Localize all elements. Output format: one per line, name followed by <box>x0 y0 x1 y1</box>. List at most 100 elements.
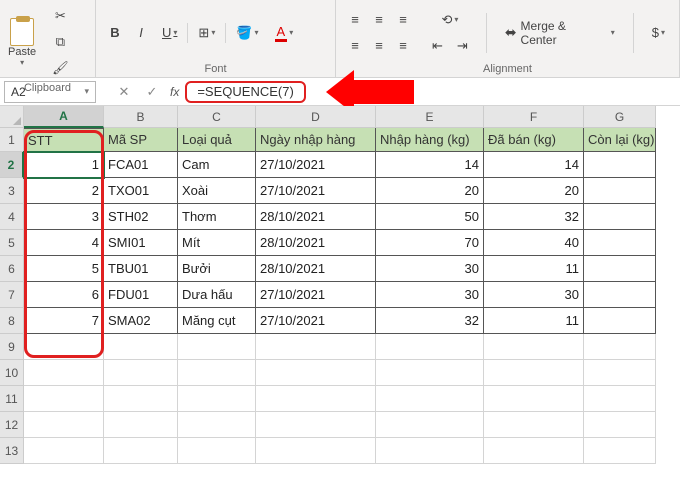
cell-F12[interactable] <box>484 412 584 438</box>
cell-B3[interactable]: TXO01 <box>104 178 178 204</box>
cell-B9[interactable] <box>104 334 178 360</box>
header-cell-D[interactable]: Ngày nhập hàng <box>256 128 376 152</box>
column-header-A[interactable]: A <box>24 106 104 128</box>
align-right-button[interactable]: ≡ <box>392 34 414 58</box>
cell-B5[interactable]: SMI01 <box>104 230 178 256</box>
cell-F5[interactable]: 40 <box>484 230 584 256</box>
cell-D8[interactable]: 27/10/2021 <box>256 308 376 334</box>
cell-A6[interactable]: 5 <box>24 256 104 282</box>
decrease-indent-button[interactable]: ⇤ <box>426 34 449 58</box>
cell-C10[interactable] <box>178 360 256 386</box>
cut-button[interactable]: ✂ <box>46 4 75 28</box>
row-header-3[interactable]: 3 <box>0 178 24 204</box>
cell-F7[interactable]: 30 <box>484 282 584 308</box>
row-header-5[interactable]: 5 <box>0 230 24 256</box>
align-top-button[interactable]: ≡ <box>344 8 366 32</box>
cell-G6[interactable] <box>584 256 656 282</box>
cell-B11[interactable] <box>104 386 178 412</box>
cancel-formula-button[interactable]: ✕ <box>114 84 134 100</box>
italic-button[interactable]: I <box>130 21 152 45</box>
row-header-1[interactable]: 1 <box>0 128 24 152</box>
header-cell-C[interactable]: Loại quả <box>178 128 256 152</box>
cell-C7[interactable]: Dưa hấu <box>178 282 256 308</box>
cell-G10[interactable] <box>584 360 656 386</box>
cell-G5[interactable] <box>584 230 656 256</box>
cell-A3[interactable]: 2 <box>24 178 104 204</box>
cell-E13[interactable] <box>376 438 484 464</box>
cell-C13[interactable] <box>178 438 256 464</box>
cell-E7[interactable]: 30 <box>376 282 484 308</box>
column-header-G[interactable]: G <box>584 106 656 128</box>
cell-B8[interactable]: SMA02 <box>104 308 178 334</box>
increase-indent-button[interactable]: ⇥ <box>451 34 474 58</box>
cell-C2[interactable]: Cam <box>178 152 256 178</box>
cell-C8[interactable]: Măng cụt <box>178 308 256 334</box>
underline-button[interactable]: U <box>156 21 183 45</box>
cell-C3[interactable]: Xoài <box>178 178 256 204</box>
cell-G3[interactable] <box>584 178 656 204</box>
copy-button[interactable]: ⧉ <box>46 30 75 54</box>
cell-B7[interactable]: FDU01 <box>104 282 178 308</box>
confirm-formula-button[interactable]: ✓ <box>142 84 162 100</box>
cell-A5[interactable]: 4 <box>24 230 104 256</box>
cell-D7[interactable]: 27/10/2021 <box>256 282 376 308</box>
merge-center-button[interactable]: ⬌ Merge & Center <box>499 21 621 45</box>
cell-E4[interactable]: 50 <box>376 204 484 230</box>
cell-D12[interactable] <box>256 412 376 438</box>
cell-D2[interactable]: 27/10/2021 <box>256 152 376 178</box>
column-header-F[interactable]: F <box>484 106 584 128</box>
number-format-button[interactable]: $ <box>646 21 671 45</box>
cell-G11[interactable] <box>584 386 656 412</box>
row-header-4[interactable]: 4 <box>0 204 24 230</box>
cell-A4[interactable]: 3 <box>24 204 104 230</box>
cell-G9[interactable] <box>584 334 656 360</box>
cell-A13[interactable] <box>24 438 104 464</box>
row-header-11[interactable]: 11 <box>0 386 24 412</box>
fill-color-button[interactable]: 🪣 <box>230 21 264 45</box>
cell-B10[interactable] <box>104 360 178 386</box>
column-header-E[interactable]: E <box>376 106 484 128</box>
column-header-B[interactable]: B <box>104 106 178 128</box>
cell-G13[interactable] <box>584 438 656 464</box>
row-header-9[interactable]: 9 <box>0 334 24 360</box>
cell-C4[interactable]: Thơm <box>178 204 256 230</box>
cell-A10[interactable] <box>24 360 104 386</box>
cell-E11[interactable] <box>376 386 484 412</box>
cell-G8[interactable] <box>584 308 656 334</box>
cell-C11[interactable] <box>178 386 256 412</box>
cell-E5[interactable]: 70 <box>376 230 484 256</box>
select-all-corner[interactable] <box>0 106 24 128</box>
cell-C5[interactable]: Mít <box>178 230 256 256</box>
row-header-12[interactable]: 12 <box>0 412 24 438</box>
cell-D5[interactable]: 28/10/2021 <box>256 230 376 256</box>
cell-D4[interactable]: 28/10/2021 <box>256 204 376 230</box>
cell-B13[interactable] <box>104 438 178 464</box>
cell-A7[interactable]: 6 <box>24 282 104 308</box>
row-header-8[interactable]: 8 <box>0 308 24 334</box>
cell-A9[interactable] <box>24 334 104 360</box>
cell-G12[interactable] <box>584 412 656 438</box>
cell-E9[interactable] <box>376 334 484 360</box>
cell-C6[interactable]: Bưởi <box>178 256 256 282</box>
cell-E8[interactable]: 32 <box>376 308 484 334</box>
cell-D10[interactable] <box>256 360 376 386</box>
cell-A12[interactable] <box>24 412 104 438</box>
cell-D6[interactable]: 28/10/2021 <box>256 256 376 282</box>
orientation-button[interactable]: ⟲ <box>426 8 474 32</box>
align-center-button[interactable]: ≡ <box>368 34 390 58</box>
bold-button[interactable]: B <box>104 21 126 45</box>
cell-B2[interactable]: FCA01 <box>104 152 178 178</box>
cell-E3[interactable]: 20 <box>376 178 484 204</box>
header-cell-F[interactable]: Đã bán (kg) <box>484 128 584 152</box>
font-color-button[interactable]: A <box>269 21 300 45</box>
cell-G2[interactable] <box>584 152 656 178</box>
cell-G7[interactable] <box>584 282 656 308</box>
header-cell-E[interactable]: Nhập hàng (kg) <box>376 128 484 152</box>
format-painter-button[interactable]: 🖌 <box>46 56 75 80</box>
header-cell-G[interactable]: Còn lại (kg) <box>584 128 656 152</box>
cell-E2[interactable]: 14 <box>376 152 484 178</box>
border-button[interactable]: ⊞ <box>192 21 221 45</box>
cell-F9[interactable] <box>484 334 584 360</box>
cell-D3[interactable]: 27/10/2021 <box>256 178 376 204</box>
formula-input[interactable]: =SEQUENCE(7) <box>185 81 305 103</box>
